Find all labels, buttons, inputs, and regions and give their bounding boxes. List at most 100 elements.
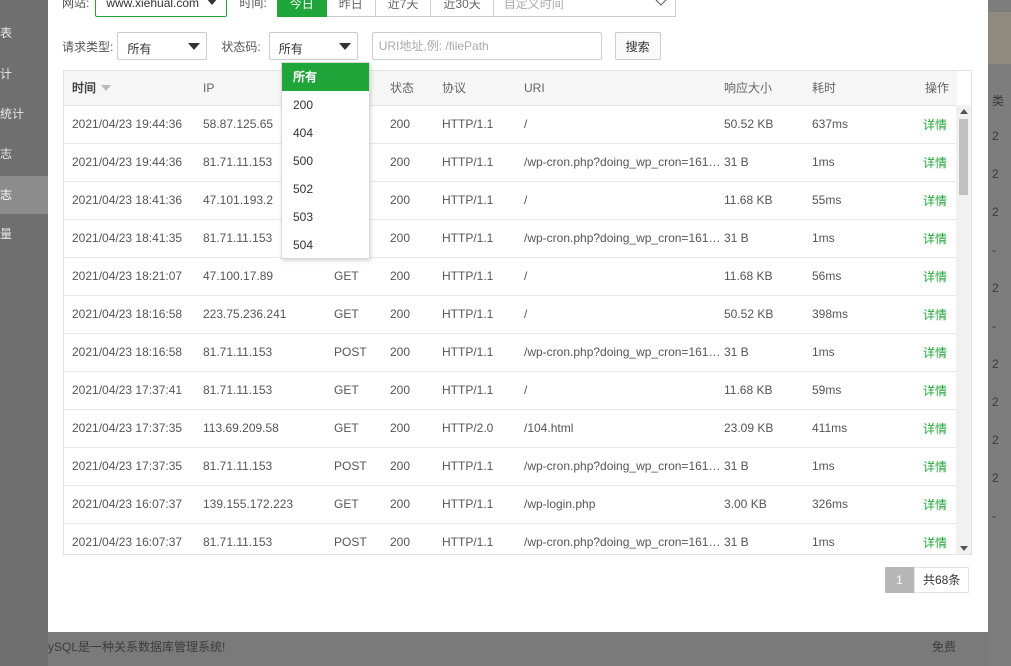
bg-cell: -	[992, 319, 996, 333]
status-option-500[interactable]: 500	[282, 147, 369, 175]
cell-time: 2021/04/23 17:37:35	[72, 459, 183, 473]
details-link[interactable]: 详情	[923, 422, 947, 436]
cell-uri: /wp-cron.php?doing_wp_cron=1619173018	[524, 345, 724, 359]
col-header-time[interactable]: 时间	[64, 71, 203, 106]
cell-size: 31 B	[724, 155, 749, 169]
cell-status: 200	[390, 383, 411, 397]
request-type-select[interactable]: 所有	[117, 32, 208, 60]
cell-protocol: HTTP/1.1	[442, 383, 494, 397]
cell-action: 详情	[894, 447, 957, 485]
status-option-200[interactable]: 200	[282, 91, 369, 119]
tab-today[interactable]: 今日	[276, 0, 327, 17]
background-bottom-row: ySQL是一种关系数据库管理系统! 免费	[48, 632, 988, 666]
status-code-dropdown: 所有 200 404 500 502 503 504	[281, 62, 370, 259]
bg-cell: -	[992, 243, 996, 257]
bg-cell: -	[992, 509, 996, 523]
scrollbar-thumb[interactable]	[959, 119, 968, 195]
request-filter-row: 请求类型: 所有 状态码: 所有 搜索	[62, 32, 661, 60]
scroll-down-arrow-icon[interactable]	[960, 546, 968, 551]
cell-size: 50.52 KB	[724, 307, 774, 321]
details-link[interactable]: 详情	[923, 118, 947, 132]
cell-duration: 1ms	[812, 231, 835, 245]
cell-uri: /104.html	[524, 421, 574, 435]
time-label: 时间:	[239, 0, 267, 10]
cell-method: GET	[334, 421, 359, 435]
tab-last-30-days[interactable]: 近30天	[431, 0, 494, 17]
details-link[interactable]: 详情	[923, 536, 947, 550]
total-count: 共68条	[914, 567, 970, 593]
caret-down-icon	[206, 0, 219, 5]
cell-size: 31 B	[724, 231, 749, 245]
details-link[interactable]: 详情	[923, 308, 947, 322]
cell-status: 200	[390, 421, 411, 435]
cell-protocol: HTTP/1.1	[442, 231, 494, 245]
cell-method: GET	[334, 269, 359, 283]
tab-last-7-days[interactable]: 近7天	[375, 0, 432, 17]
details-link[interactable]: 详情	[923, 346, 947, 360]
table-row: 2021/04/23 17:37:41 81.71.11.153 GET 200 HTT…	[64, 371, 957, 409]
cell-time: 2021/04/23 17:37:41	[72, 383, 183, 397]
caret-down-icon	[188, 43, 201, 50]
cell-time: 2021/04/23 19:44:36	[72, 155, 183, 169]
col-header-status: 状态	[390, 71, 442, 106]
status-option-all[interactable]: 所有	[282, 63, 369, 91]
uri-search-input[interactable]	[371, 32, 602, 60]
pagination: 1 共68条	[885, 567, 970, 593]
site-select[interactable]: www.xiehual.com	[95, 0, 228, 17]
details-link[interactable]: 详情	[923, 232, 947, 246]
sort-desc-icon	[101, 85, 112, 92]
table-row: 2021/04/23 17:37:35 81.71.11.153 POST 200 HT…	[64, 447, 957, 485]
custom-time-picker[interactable]: 自定义时间	[493, 0, 676, 17]
status-option-404[interactable]: 404	[282, 119, 369, 147]
table-row: 2021/04/23 17:37:35 113.69.209.58 GET 200 HT…	[64, 409, 957, 447]
cell-size: 3.00 KB	[724, 497, 767, 511]
search-button[interactable]: 搜索	[614, 32, 661, 60]
cell-uri: /wp-cron.php?doing_wp_cron=1619178276	[524, 155, 724, 169]
cell-size: 11.68 KB	[724, 193, 773, 207]
bg-bottom-right-text: 免费	[932, 640, 957, 654]
bg-cell: 2	[992, 357, 999, 371]
details-link[interactable]: 详情	[923, 194, 947, 208]
cell-uri: /wp-cron.php?doing_wp_cron=1619165257	[524, 535, 724, 549]
cell-method: POST	[334, 535, 367, 549]
bg-cell: 2	[992, 471, 999, 485]
table-row: 2021/04/23 19:44:3681.71.11.153POST200HT…	[64, 143, 957, 181]
cell-uri: /	[524, 193, 528, 207]
details-link[interactable]: 详情	[923, 460, 947, 474]
table-row: 2021/04/23 19:44:3658.87.125.65GET200HTT…	[64, 105, 957, 143]
status-option-502[interactable]: 502	[282, 175, 369, 203]
bg-sidebar-item-active: 志	[0, 176, 48, 214]
status-code-select[interactable]: 所有	[268, 32, 358, 60]
cell-protocol: HTTP/1.1	[442, 193, 494, 207]
tab-yesterday[interactable]: 昨日	[326, 0, 376, 17]
cell-time: 2021/04/23 18:16:58	[72, 345, 183, 359]
cell-ip: 223.75.236.241	[203, 307, 287, 321]
cell-method: POST	[334, 459, 367, 473]
page-current[interactable]: 1	[885, 567, 914, 593]
cell-protocol: HTTP/1.1	[442, 497, 494, 511]
scroll-up-arrow-icon[interactable]	[960, 109, 968, 114]
bg-cell: 2	[992, 395, 999, 409]
cell-action: 详情	[894, 333, 957, 371]
cell-protocol: HTTP/1.1	[442, 307, 494, 321]
status-option-504[interactable]: 504	[282, 231, 369, 259]
cell-method: GET	[334, 497, 359, 511]
bg-sidebar-item: 量	[0, 227, 13, 241]
col-header-protocol: 协议	[442, 71, 524, 106]
cell-uri: /wp-login.php	[524, 497, 596, 511]
table-row: 2021/04/23 18:16:58 81.71.11.153 POST 200 HT…	[64, 333, 957, 371]
cell-status: 200	[390, 535, 411, 549]
status-option-503[interactable]: 503	[282, 203, 369, 231]
cell-ip: 47.100.17.89	[203, 269, 274, 283]
cell-method: GET	[334, 307, 359, 321]
table-scrollbar[interactable]	[956, 105, 971, 554]
details-link[interactable]: 详情	[923, 270, 947, 284]
details-link[interactable]: 详情	[923, 156, 947, 170]
cell-time: 2021/04/23 18:41:35	[72, 231, 183, 245]
details-link[interactable]: 详情	[923, 384, 947, 398]
bg-sidebar-item: 统计	[0, 107, 25, 121]
cell-uri: /	[524, 383, 528, 397]
details-link[interactable]: 详情	[923, 498, 947, 512]
cell-status: 200	[390, 497, 411, 511]
cell-status: 200	[390, 459, 411, 473]
